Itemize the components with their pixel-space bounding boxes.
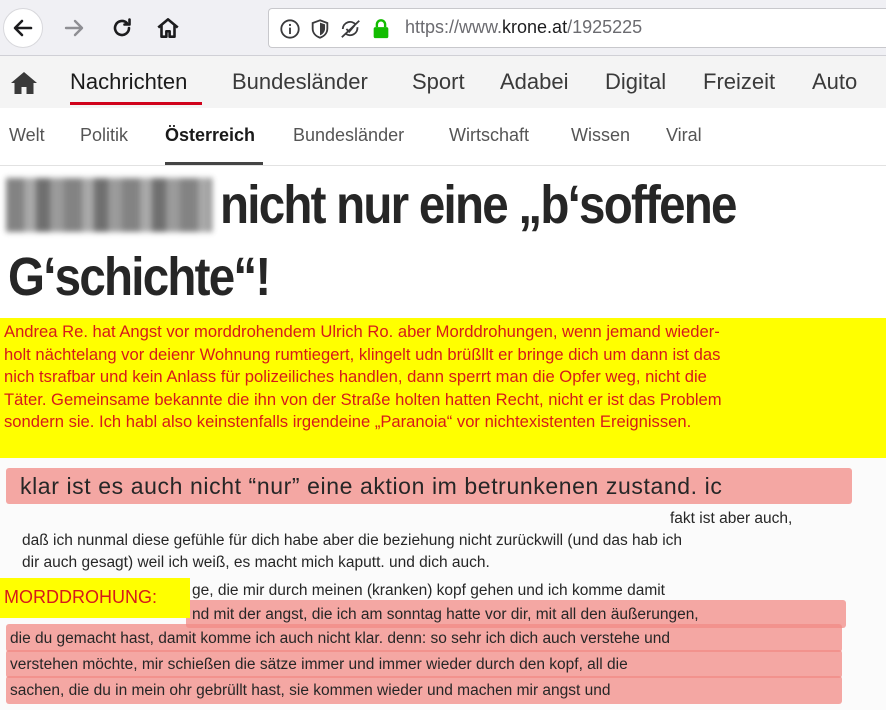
headline-line-1: nicht nur eine „b‘soffene [220,175,737,235]
letter-line: fakt ist aber auch, [670,510,793,527]
home-button[interactable] [148,8,188,48]
lock-icon[interactable] [371,18,391,40]
letter-line: dir auch gesagt) weil ich weiß, es macht… [22,554,490,571]
annotation-line: Andrea Re. hat Angst vor morddrohendem U… [4,322,720,341]
back-button[interactable] [3,8,43,48]
main-nav-adabei[interactable]: Adabei [500,69,569,95]
headline-line-2: G‘schichte“! [8,247,271,307]
site-home-icon[interactable] [10,71,38,95]
main-nav-auto[interactable]: Auto [812,69,857,95]
annotation-line: sondern sie. Ich habl also keinstenfalls… [4,412,692,432]
main-nav-digital[interactable]: Digital [605,69,666,95]
sub-nav-bundeslaender[interactable]: Bundesländer [293,125,404,146]
sub-nav-wissen[interactable]: Wissen [571,125,630,146]
shield-icon[interactable] [309,18,331,40]
letter-line: die du gemacht hast, damit komme ich auc… [10,630,670,647]
letter-line: ge, die mir durch meinen (kranken) kopf … [192,582,665,599]
sub-nav: Welt Politik Österreich Bundesländer Wir… [0,108,886,166]
redacted-name-blur [6,178,212,232]
main-nav-nachrichten[interactable]: Nachrichten [70,69,187,95]
annotation-line: Täter. Gemeinsame bekannte die ihn von d… [4,389,722,409]
arrow-right-icon [64,19,84,37]
sub-nav-politik[interactable]: Politik [80,125,128,146]
letter-line: daß ich nunmal diese gefühle für dich ha… [22,532,683,549]
letter-line: verstehen möchte, mir schießen die sätze… [10,656,628,673]
main-nav-bundeslaender[interactable]: Bundesländer [232,69,368,95]
url-text[interactable]: https://www.krone.at/1925225 [405,17,642,38]
sub-nav-oesterreich[interactable]: Österreich [165,125,255,146]
reload-button[interactable] [102,8,142,48]
tracking-protection-icon[interactable] [339,18,363,40]
reload-icon [113,18,131,37]
url-host: krone.at [502,17,568,37]
morddrohung-label: MORDDROHUNG: [0,578,190,618]
info-icon[interactable] [279,18,301,40]
arrow-left-icon [13,19,33,37]
sub-nav-viral[interactable]: Viral [666,125,702,146]
main-nav-freizeit[interactable]: Freizeit [703,69,775,95]
letter-line: nd mit der angst, die ich am sonntag hat… [192,606,699,623]
main-nav-active-indicator [70,102,202,105]
annotation-box: Andrea Re. hat Angst vor morddrohendem U… [0,318,886,458]
annotation-line: nich tsrafbar und kein Anlass für polize… [4,367,707,387]
home-icon [157,18,179,38]
annotation-line: holt nächtelang vor deienr Wohnung rumti… [4,344,721,364]
sub-nav-welt[interactable]: Welt [9,125,45,146]
letter-line: sachen, die du in mein ohr gebrüllt hast… [10,682,611,699]
letter-line: klar ist es auch nicht “nur” eine aktion… [20,473,723,499]
sub-nav-active-indicator [165,162,263,165]
main-nav: Nachrichten Bundesländer Sport Adabei Di… [0,56,886,108]
url-prefix: https://www. [405,17,503,37]
forward-button[interactable] [54,8,94,48]
url-bar[interactable]: https://www.krone.at/1925225 [268,8,886,48]
url-path: /1925225 [567,17,643,37]
browser-toolbar: https://www.krone.at/1925225 [0,0,886,56]
sub-nav-wirtschaft[interactable]: Wirtschaft [449,125,529,146]
main-nav-sport[interactable]: Sport [412,69,465,95]
